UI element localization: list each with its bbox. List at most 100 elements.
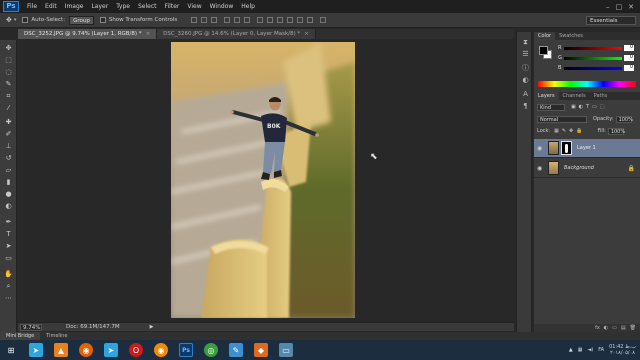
delete-layer-icon[interactable]: 🗑 — [630, 325, 636, 331]
auto-align-icon[interactable] — [320, 17, 327, 23]
menu-type[interactable]: Type — [116, 3, 130, 10]
workspace-dropdown[interactable]: Essentials — [586, 15, 636, 25]
tab-layers[interactable]: Layers — [534, 92, 559, 100]
menu-help[interactable]: Help — [241, 3, 255, 10]
distribute-bottom-icon[interactable] — [277, 17, 284, 23]
properties-panel-icon[interactable]: ☰ — [521, 50, 530, 58]
foreground-swatch[interactable] — [539, 46, 548, 55]
dodge-tool-icon[interactable]: ◐ — [4, 202, 13, 210]
color-spectrum[interactable] — [538, 81, 636, 87]
status-menu-arrow-icon[interactable]: ▶ — [150, 324, 154, 330]
eyedropper-tool-icon[interactable]: ⁄ — [4, 104, 13, 112]
tab-paths[interactable]: Paths — [590, 92, 612, 100]
healing-brush-tool-icon[interactable]: ✚ — [4, 118, 13, 126]
move-tool-icon[interactable]: ✥ — [4, 44, 13, 52]
new-group-icon[interactable]: ▭ — [612, 325, 617, 331]
align-left-icon[interactable] — [224, 17, 231, 23]
red-slider[interactable] — [564, 47, 622, 50]
adjustments-panel-icon[interactable]: ◐ — [521, 76, 530, 84]
crop-tool-icon[interactable]: ⌗ — [4, 92, 13, 100]
photoshop-icon[interactable]: Ps — [179, 343, 193, 357]
visibility-eye-icon[interactable]: ◉ — [537, 145, 545, 152]
transform-controls-checkbox[interactable] — [99, 17, 106, 23]
menu-file[interactable]: File — [27, 3, 37, 10]
close-tab-icon[interactable]: × — [146, 31, 151, 37]
menu-filter[interactable]: Filter — [165, 3, 180, 10]
marquee-tool-icon[interactable]: ⬚ — [4, 56, 13, 64]
tab-mini-bridge[interactable]: Mini Bridge — [0, 332, 41, 340]
align-bottom-icon[interactable] — [211, 17, 218, 23]
gradient-tool-icon[interactable]: ▮ — [4, 178, 13, 186]
distribute-hcenter-icon[interactable] — [297, 17, 304, 23]
type-tool-icon[interactable]: T — [4, 230, 13, 238]
fill-field[interactable]: 100% — [607, 127, 625, 135]
layer-row-background[interactable]: ◉ Background 🔒 — [534, 159, 640, 178]
path-select-tool-icon[interactable]: ➤ — [4, 242, 13, 250]
visibility-eye-icon[interactable]: ◉ — [537, 165, 545, 172]
volume-icon[interactable]: ◄) — [587, 347, 593, 353]
chrome-icon[interactable]: ◎ — [204, 343, 218, 357]
brush-tool-icon[interactable]: ✐ — [4, 130, 13, 138]
layer-filter-kind-dropdown[interactable]: Kind — [537, 103, 565, 111]
telegram-icon[interactable]: ➤ — [29, 343, 43, 357]
lock-icons[interactable]: ▦✎✥🔒 — [554, 128, 585, 134]
zoom-tool-icon[interactable]: ⌕ — [4, 282, 13, 290]
telegram-icon-2[interactable]: ➤ — [104, 343, 118, 357]
vlc-icon[interactable]: ▲ — [54, 343, 68, 357]
menu-view[interactable]: View — [187, 3, 201, 10]
new-layer-icon[interactable]: ▤ — [621, 325, 626, 331]
opera-icon[interactable]: O — [129, 343, 143, 357]
document-tab-active[interactable]: DSC_3252.JPG @ 9.74% (Layer 1, RGB/8) * × — [18, 29, 158, 39]
maximize-button[interactable]: □ — [616, 3, 623, 11]
blur-tool-icon[interactable]: ● — [4, 190, 13, 198]
extra-tool-icon[interactable]: ⋯ — [4, 294, 13, 302]
tab-timeline[interactable]: Timeline — [40, 332, 73, 340]
info-panel-icon[interactable]: ⓘ — [521, 64, 530, 72]
quick-select-tool-icon[interactable]: ✎ — [4, 80, 13, 88]
layer-filter-icons[interactable]: ▣◐T▭⬚ — [571, 104, 608, 110]
auto-select-dropdown[interactable]: Group — [69, 15, 94, 25]
blue-value[interactable]: 0 — [624, 65, 634, 71]
tab-color[interactable]: Color — [534, 32, 556, 40]
clone-stamp-tool-icon[interactable]: ⊥ — [4, 142, 13, 150]
menu-layer[interactable]: Layer — [91, 3, 108, 10]
menu-edit[interactable]: Edit — [45, 3, 57, 10]
move-tool-icon[interactable]: ✥ — [6, 16, 12, 24]
character-panel-icon[interactable]: A — [521, 90, 530, 98]
lasso-tool-icon[interactable]: ◌ — [4, 68, 13, 76]
document-tab[interactable]: DSC_3260.JPG @ 14.6% (Layer 0, Layer Mas… — [157, 29, 316, 39]
eraser-tool-icon[interactable]: ▱ — [4, 166, 13, 174]
auto-select-checkbox[interactable] — [22, 17, 29, 23]
monitor-icon[interactable]: ▭ — [279, 343, 293, 357]
distribute-left-icon[interactable] — [287, 17, 294, 23]
tool-preset-chevron-icon[interactable]: ▾ — [14, 17, 17, 23]
distribute-top-icon[interactable] — [257, 17, 264, 23]
menu-window[interactable]: Window — [210, 3, 234, 10]
close-button[interactable]: ✕ — [628, 3, 634, 11]
blend-mode-dropdown[interactable]: Normal — [537, 115, 587, 123]
layer-name[interactable]: Layer 1 — [577, 145, 596, 151]
clock[interactable]: 01:42 ب.ظ ۲۰۱۸/۰۵/۰۸ — [609, 344, 636, 356]
document-image[interactable]: B0K — [171, 42, 355, 318]
align-hcenter-icon[interactable] — [234, 17, 241, 23]
tab-swatches[interactable]: Swatches — [555, 32, 587, 40]
network-icon[interactable]: ▦ — [578, 347, 583, 353]
tab-channels[interactable]: Channels — [559, 92, 590, 100]
adjustment-layer-icon[interactable]: ◐ — [604, 325, 608, 331]
align-vcenter-icon[interactable] — [201, 17, 208, 23]
zoom-level-field[interactable]: 9.74% — [20, 323, 42, 331]
shape-tool-icon[interactable]: ▭ — [4, 254, 13, 262]
notepad-icon[interactable]: ✎ — [229, 343, 243, 357]
history-brush-tool-icon[interactable]: ↺ — [4, 154, 13, 162]
distribute-vcenter-icon[interactable] — [267, 17, 274, 23]
layer-name[interactable]: Background — [564, 165, 594, 171]
paragraph-panel-icon[interactable]: ¶ — [521, 102, 530, 110]
align-right-icon[interactable] — [244, 17, 251, 23]
app-orange-icon[interactable]: ◆ — [254, 343, 268, 357]
opacity-field[interactable]: 100% — [615, 115, 633, 123]
close-tab-icon[interactable]: × — [304, 31, 309, 37]
distribute-right-icon[interactable] — [307, 17, 314, 23]
add-layer-style-icon[interactable]: fx — [595, 325, 600, 331]
firefox-icon-2[interactable]: ◉ — [154, 343, 168, 357]
green-value[interactable]: 0 — [624, 55, 634, 61]
